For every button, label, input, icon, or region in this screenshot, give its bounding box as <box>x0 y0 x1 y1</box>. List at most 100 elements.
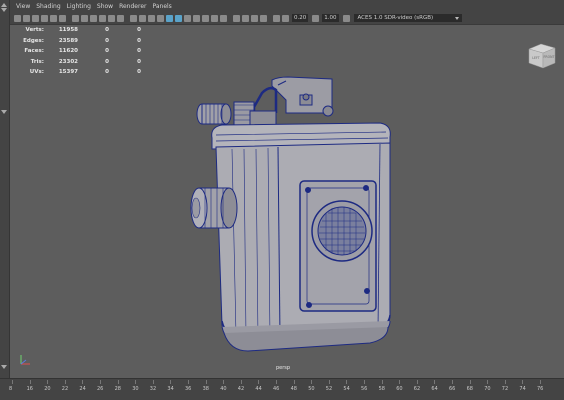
timeline-tick-label: 30 <box>132 386 139 392</box>
timeline-tick-label: 60 <box>396 386 403 392</box>
hud-selected: 0 <box>105 27 109 34</box>
view-transform-dropdown[interactable]: ACES 1.0 SDR-video (sRGB) <box>353 14 462 22</box>
color-management-icon[interactable] <box>273 14 280 22</box>
camera-attributes-icon[interactable] <box>23 14 30 22</box>
resolution-gate-icon[interactable] <box>90 14 97 22</box>
timeline-tick-mark <box>135 380 137 384</box>
exposure-icon[interactable] <box>282 14 289 22</box>
wireframe-icon[interactable] <box>130 14 137 22</box>
collapse-down-icon[interactable] <box>1 8 7 12</box>
gamma-field[interactable]: 1.00 <box>322 14 339 22</box>
menu-show[interactable]: Show <box>97 3 113 10</box>
isolate-select-icon[interactable] <box>233 14 240 22</box>
axis-gizmo <box>20 355 30 365</box>
view-2d-pan-icon[interactable] <box>50 14 57 22</box>
timeline-tick-mark <box>504 380 506 384</box>
view-cube-front-label[interactable]: FRONT <box>544 55 555 59</box>
hud-row-faces: Faces: 11620 0 0 <box>14 46 141 57</box>
textured-icon[interactable] <box>166 14 173 22</box>
timeline-tick-mark <box>416 380 418 384</box>
timeline-tick-mark <box>469 380 471 384</box>
timeline-tick-mark <box>452 380 453 384</box>
timeline-tick-mark <box>399 380 401 384</box>
motion-blur-icon[interactable] <box>202 14 209 22</box>
hud-value: 11958 <box>58 27 78 34</box>
hud-row-tris: Tris: 23302 0 0 <box>14 57 141 68</box>
hud-component: 0 <box>137 69 141 76</box>
timeline-tick-mark <box>29 380 31 384</box>
timeline-tick-label: 36 <box>185 386 192 392</box>
projector-model <box>190 76 391 352</box>
screen-space-ao-icon[interactable] <box>193 14 200 22</box>
default-material-icon[interactable] <box>148 14 155 22</box>
xray-active-icon[interactable] <box>251 14 258 22</box>
timeline-tick-mark <box>346 380 348 384</box>
timeline-tick-mark <box>170 380 172 384</box>
hud-label: Tris: <box>30 58 44 65</box>
use-all-lights-icon[interactable] <box>175 14 182 22</box>
multisample-aa-icon[interactable] <box>211 14 218 22</box>
hud-selected: 0 <box>105 48 109 55</box>
safe-action-icon[interactable] <box>117 14 124 22</box>
timeline-tick-mark <box>188 380 189 384</box>
timeline-tick-label: 50 <box>308 386 315 392</box>
expand-left-panel-icon[interactable] <box>1 110 7 114</box>
timeline-tick-mark <box>381 380 383 384</box>
exposure-field[interactable]: 0.20 <box>292 14 309 22</box>
wireframe-on-shaded-icon[interactable] <box>157 14 164 22</box>
timeline-tick-label: 58 <box>378 386 385 392</box>
hud-value: 11620 <box>58 48 78 55</box>
shadows-icon[interactable] <box>184 14 191 22</box>
collapse-up-icon[interactable] <box>1 3 7 7</box>
hud-value: 23589 <box>58 37 78 44</box>
film-gate-icon[interactable] <box>81 14 88 22</box>
timeline-tick-label: 64 <box>431 386 438 392</box>
timeline-tick-label: 62 <box>413 386 421 392</box>
timeline-tick-mark <box>64 380 66 384</box>
image-plane-icon[interactable] <box>41 14 48 22</box>
menu-renderer[interactable]: Renderer <box>119 3 146 10</box>
timeline-tick-label: 24 <box>79 386 86 392</box>
bookmark-icon[interactable] <box>32 14 39 22</box>
field-chart-icon[interactable] <box>108 14 115 22</box>
gate-mask-icon[interactable] <box>99 14 106 22</box>
menu-lighting[interactable]: Lighting <box>67 3 91 10</box>
time-slider[interactable]: 8 16 20 22 24 26 28 30 32 34 36 38 40 42 44 46 48 50 52 54 5… <box>0 378 564 400</box>
timeline-tick-label: 38 <box>202 386 209 392</box>
gamma-icon[interactable] <box>312 14 320 22</box>
timeline-tick-label: 46 <box>273 386 280 392</box>
timeline-tick-label: 52 <box>325 386 333 392</box>
xray-icon[interactable] <box>242 14 249 22</box>
menu-view[interactable]: View <box>16 3 30 10</box>
timeline-tick-label: 76 <box>537 386 544 392</box>
depth-of-field-icon[interactable] <box>220 14 227 22</box>
timeline-tick-label: 72 <box>501 386 509 392</box>
poly-count-hud: Verts: 11958 0 0 Edges: 23589 0 0 Faces:… <box>14 25 141 78</box>
timeline-tick-mark <box>100 380 101 384</box>
hud-component: 0 <box>137 27 141 34</box>
hud-label: UVs: <box>29 69 44 76</box>
hud-component: 0 <box>137 48 141 55</box>
timeline-tick-mark <box>117 380 119 384</box>
xray-joints-icon[interactable] <box>260 14 267 22</box>
timeline-tick-label: 48 <box>290 386 297 392</box>
timeline-tick-mark <box>540 380 541 384</box>
left-tool-strip <box>0 0 10 378</box>
menu-shading[interactable]: Shading <box>36 3 60 10</box>
grease-pencil-icon[interactable] <box>59 14 66 22</box>
hud-label: Verts: <box>25 27 44 34</box>
menu-panels[interactable]: Panels <box>152 3 171 10</box>
grid-icon[interactable] <box>72 14 79 22</box>
timeline-tick-label: 20 <box>44 386 51 392</box>
smooth-shade-icon[interactable] <box>139 14 146 22</box>
expand-left-panel-icon-2[interactable] <box>1 365 7 369</box>
select-camera-icon[interactable] <box>14 14 21 22</box>
perspective-viewport[interactable] <box>10 25 564 378</box>
view-transform-icon[interactable] <box>342 14 350 22</box>
timeline-tick-mark <box>276 380 277 384</box>
hud-label: Edges: <box>23 37 44 44</box>
timeline-tick-mark <box>82 380 84 384</box>
view-cube[interactable]: LEFT FRONT <box>527 40 557 70</box>
camera-name-label: persp <box>276 365 291 371</box>
view-cube-left-label[interactable]: LEFT <box>532 56 540 60</box>
